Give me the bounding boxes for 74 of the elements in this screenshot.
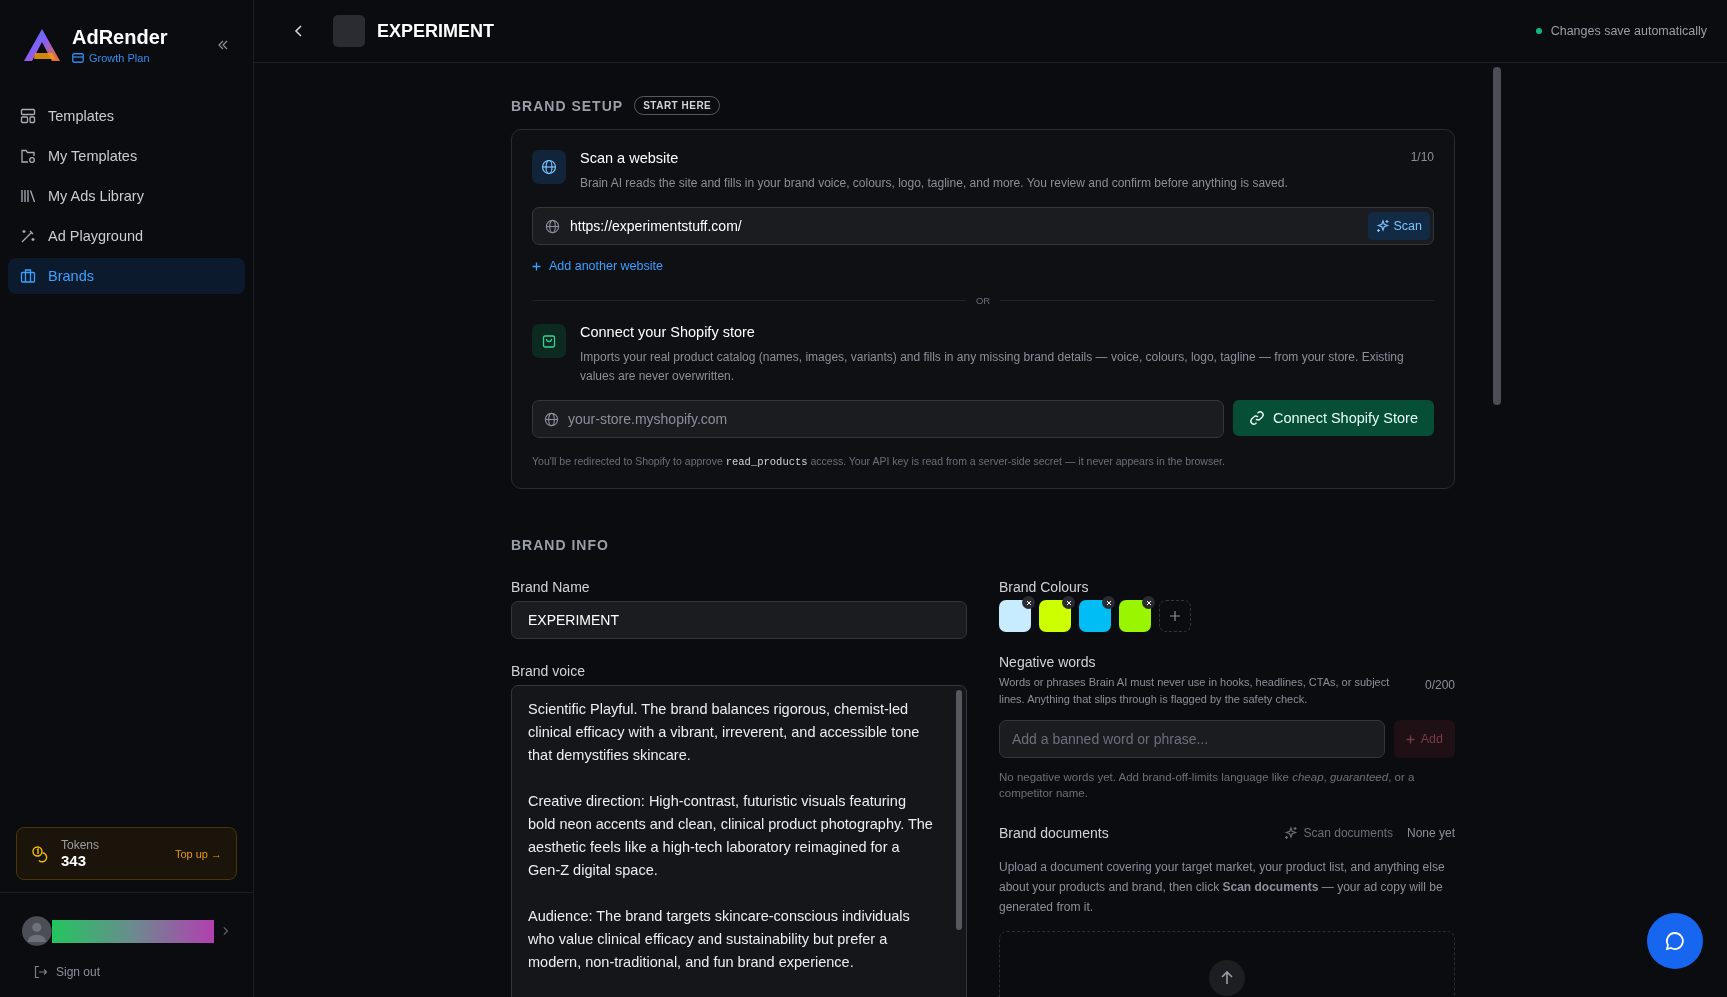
nav-item[interactable]: Ad Playground — [8, 218, 245, 254]
website-count: 1/10 — [1410, 150, 1434, 164]
nav-item[interactable]: Templates — [8, 98, 245, 134]
globe-icon — [532, 150, 566, 184]
field-label: Brand Name — [511, 579, 591, 595]
empty-hint: No negative words yet. Add brand-off-limits language like cheap, guaranteed, or a competitor name. — [999, 770, 1416, 801]
tokens-count: 343 — [61, 852, 88, 869]
brand-logo-placeholder — [333, 15, 365, 47]
remove-icon[interactable] — [1142, 596, 1155, 609]
scrollbar[interactable] — [1493, 67, 1501, 405]
library-icon — [20, 188, 36, 204]
briefcase-icon — [20, 268, 36, 284]
globe-icon — [545, 218, 560, 234]
scrollbar[interactable] — [956, 690, 962, 930]
folder-icon — [20, 148, 36, 164]
coins-icon — [31, 844, 49, 863]
chat-bubble-icon — [1664, 930, 1686, 952]
scan-button[interactable]: Scan — [1367, 212, 1430, 240]
add-website-link[interactable]: Add another website — [532, 259, 663, 273]
sparkle-icon — [1375, 219, 1390, 233]
field-label: Brand voice — [511, 663, 586, 679]
section-heading: BRAND INFO — [511, 537, 609, 553]
brand-name-field[interactable]: EXPERIMENT — [511, 601, 967, 639]
shopify-description: Imports your real product catalog (names, images, variants) and fills in any missing brand details — voice, colours, logo, tagline — from your store. Existing values are never overwritten. — [580, 349, 1405, 385]
or-divider-label: OR — [975, 295, 991, 306]
remove-icon[interactable] — [1022, 596, 1035, 609]
sign-out-button[interactable]: Sign out — [8, 957, 245, 997]
tokens-label: Tokens — [61, 838, 100, 852]
avatar — [22, 915, 52, 947]
field-label: Brand documents — [999, 825, 1109, 841]
connect-shopify-button[interactable]: Connect Shopify Store — [1232, 400, 1434, 436]
magic-wand-icon — [20, 228, 36, 244]
remove-icon[interactable] — [1102, 596, 1115, 609]
shopify-title: Connect your Shopify store — [580, 324, 756, 340]
chevron-right-icon — [221, 926, 229, 936]
chat-button[interactable] — [1647, 913, 1703, 969]
documents-description: Upload a document covering your target market, your product list, and anything else about your products and brand, then click Scan documents — your ad copy will be generated from it. — [999, 859, 1446, 916]
save-status: Changes save automatically — [1550, 24, 1707, 38]
section-heading: BRAND SETUP — [511, 97, 624, 114]
shopify-note: You'll be redirected to Shopify to approve read_products access. Your API key is read from a server-side secret — it never appears in the browser. — [532, 455, 1226, 468]
top-up-link[interactable]: Top up → — [174, 847, 222, 860]
upload-icon — [1209, 960, 1245, 996]
remove-icon[interactable] — [1062, 596, 1075, 609]
plan-label: Growth Plan — [89, 52, 150, 64]
plus-icon — [532, 261, 541, 271]
shopping-bag-icon — [532, 324, 566, 358]
double-chevron-left-icon — [217, 39, 229, 51]
field-label: Negative words — [999, 654, 1097, 670]
logo-icon — [22, 27, 62, 63]
sparkle-icon — [1283, 826, 1298, 840]
plus-icon — [1169, 610, 1181, 622]
layout-icon — [20, 108, 36, 124]
nav-item[interactable]: Brands — [8, 258, 245, 294]
app-name: AdRender — [72, 26, 168, 49]
field-label: Brand Colours — [999, 579, 1090, 595]
scan-title: Scan a website — [580, 150, 680, 166]
url-field[interactable]: https://experimentstuff.com/ Scan — [532, 207, 1434, 245]
page-title: EXPERIMENT — [377, 20, 495, 42]
status-dot — [1535, 28, 1542, 34]
nav-item[interactable]: My Templates — [8, 138, 245, 174]
scan-description: Brain AI reads the site and fills in your brand voice, colours, logo, tagline, and more. You review and confirm before anything is saved. — [580, 175, 1289, 192]
negative-words-description: Words or phrases Brain AI must never use in hooks, headlines, CTAs, or subject lines. Anything that slips through is flagged by the safety check. — [999, 675, 1391, 707]
scan-documents-button[interactable]: Scan documents — [1283, 826, 1393, 840]
word-count: 0/200 — [1424, 678, 1455, 692]
sign-out-icon — [34, 965, 48, 979]
nav-item[interactable]: My Ads Library — [8, 178, 245, 214]
plus-icon — [1405, 734, 1415, 744]
brand-voice-field[interactable]: Scientific Playful. The brand balances rigorous, chemist-led clinical efficacy with a vibrant, irreverent, and accessible tone that demystifies skincare. Creative direction: High-contrast, futuristic visuals featuring bold neon accents and clean, clinical product photography. The aesthetic feels like a high-tech laboratory reimagined for a Gen-Z digital space. Audience: The brand targets skincare-conscious individuals who value clinical efficacy and sustainability but prefer a modern, non-traditional, and fun brand experience. — [511, 685, 967, 997]
chevron-left-icon — [294, 24, 304, 38]
store-url-field[interactable]: your-store.myshopify.com — [532, 400, 1224, 438]
link-icon — [1248, 410, 1265, 426]
globe-icon — [544, 412, 559, 427]
documents-status: None yet — [1406, 826, 1455, 840]
card-icon — [72, 53, 84, 63]
